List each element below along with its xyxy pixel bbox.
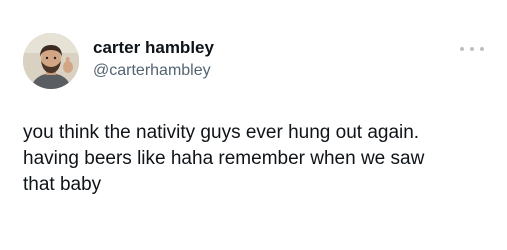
user-handle[interactable]: @carterhambley xyxy=(93,60,214,82)
more-options-icon[interactable] xyxy=(460,44,484,54)
tweet-text-line: having beers like haha remember when we … xyxy=(23,148,425,169)
display-name[interactable]: carter hambley xyxy=(93,38,214,58)
more-dot xyxy=(470,47,474,51)
tweet-text-line: that baby xyxy=(23,174,102,195)
avatar-image xyxy=(23,33,79,89)
avatar[interactable] xyxy=(23,33,79,89)
more-dot xyxy=(480,47,484,51)
author-info: carter hambley @carterhambley xyxy=(93,38,214,82)
tweet-text: you think the nativity guys ever hung ou… xyxy=(23,120,493,198)
tweet-text-line: you think the nativity guys ever hung ou… xyxy=(23,122,420,143)
tweet-card: carter hambley @carterhambley you think … xyxy=(0,0,507,250)
more-dot xyxy=(460,47,464,51)
